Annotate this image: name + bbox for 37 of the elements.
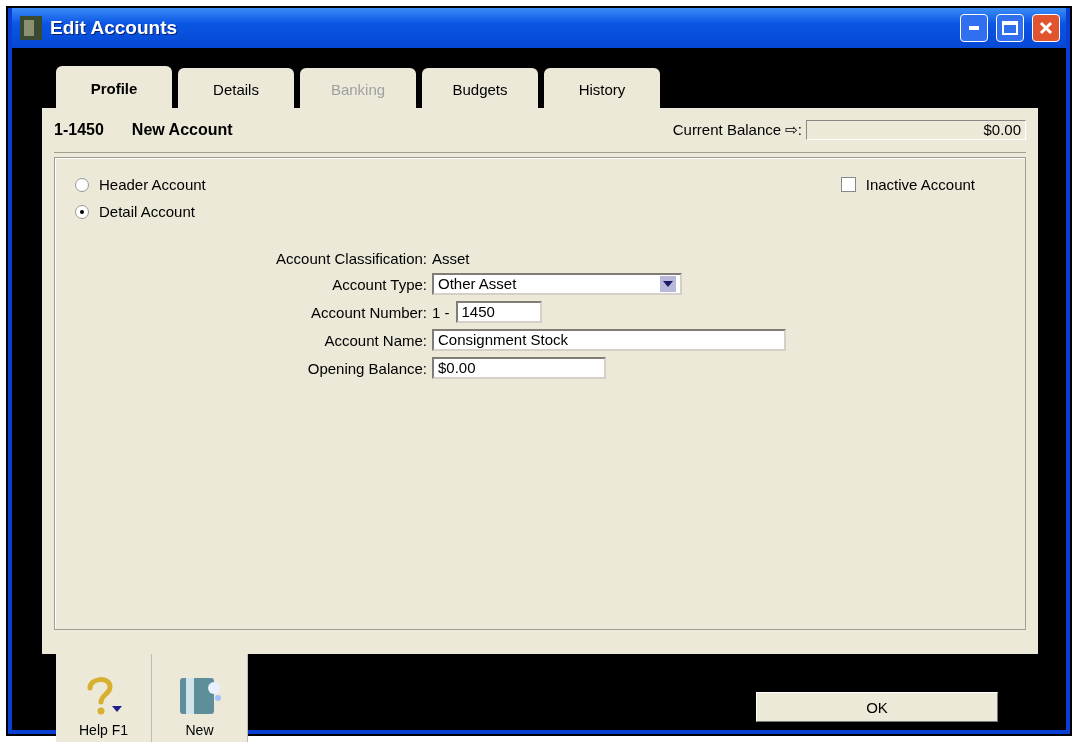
account-name-field[interactable]: Consignment Stock — [432, 329, 786, 351]
caret-icon — [663, 281, 673, 287]
classification-value: Asset — [432, 250, 471, 267]
ok-button[interactable]: OK — [756, 692, 998, 722]
help-button[interactable]: Help F1 — [56, 654, 152, 742]
account-number-prefix: 1 - — [432, 303, 450, 321]
minimize-icon — [969, 26, 979, 30]
account-name: New Account — [131, 121, 233, 139]
minimize-button[interactable] — [960, 14, 988, 42]
new-button[interactable]: New — [152, 654, 248, 742]
radio-button[interactable] — [75, 177, 89, 192]
window-title: Edit Accounts — [50, 17, 179, 39]
tab[interactable]: Details — [178, 68, 294, 108]
close-icon — [1039, 21, 1053, 35]
tab[interactable]: Profile — [56, 66, 172, 108]
tab[interactable]: Budgets — [422, 68, 538, 108]
tab[interactable]: History — [544, 68, 660, 108]
account-number: 1-1450 — [54, 121, 104, 139]
maximize-icon — [1002, 21, 1018, 35]
field-label: Account Name: — [323, 331, 427, 349]
radio-button[interactable] — [75, 204, 89, 219]
maximize-button[interactable] — [996, 14, 1024, 42]
close-button[interactable] — [1032, 14, 1060, 42]
field-label: Account Classification: — [275, 250, 427, 267]
field-label: Account Number: — [310, 303, 427, 321]
field-label: Account Type: — [331, 275, 427, 293]
checkbox-label: Inactive Account — [865, 176, 975, 193]
account-type-dropdown[interactable]: Other Asset — [432, 273, 682, 295]
field-label: Opening Balance: — [306, 359, 427, 377]
current-balance-label: Current Balance ⇨: — [672, 121, 802, 139]
radio-label: Header Account — [99, 176, 206, 193]
checkbox[interactable] — [840, 177, 856, 192]
account-number-field[interactable]: 1450 — [455, 301, 542, 323]
radio-label: Detail Account — [99, 203, 195, 220]
app-icon — [20, 16, 42, 40]
current-balance-field: $0.00 — [806, 120, 1026, 140]
opening-balance-field[interactable]: $0.00 — [432, 357, 606, 379]
